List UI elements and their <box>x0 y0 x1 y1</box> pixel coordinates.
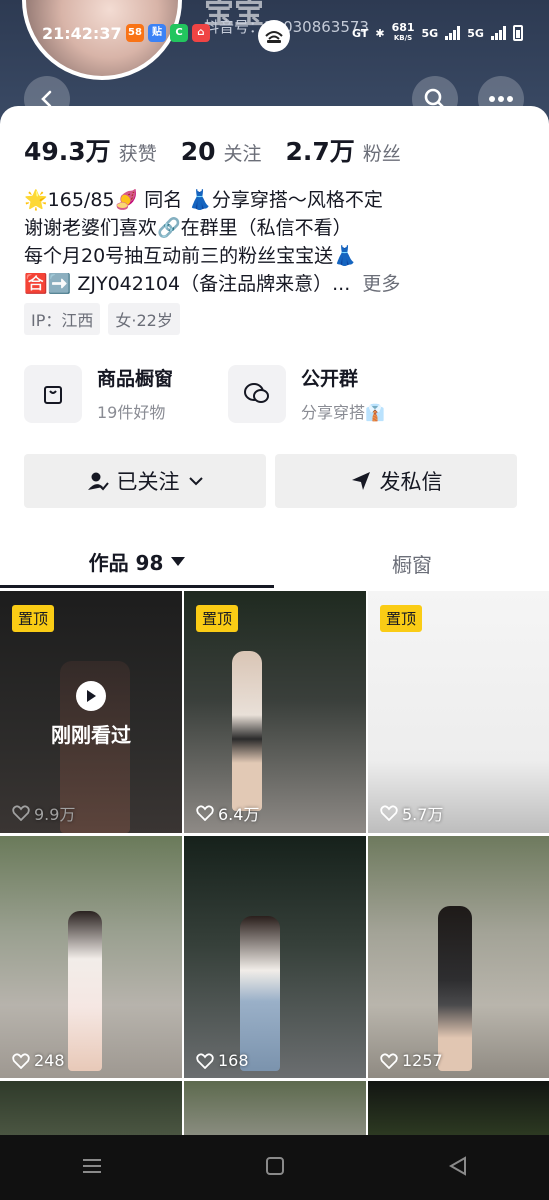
profile-stats: 49.3万 获赞 20 关注 2.7万 粉丝 <box>24 132 425 168</box>
video-thumbnail-figure <box>438 906 472 1071</box>
signal-bars-icon <box>445 26 461 40</box>
video-tile[interactable]: 168 <box>184 836 366 1078</box>
public-group-title: 公开群 <box>301 368 359 390</box>
video-thumbnail-figure <box>232 651 262 811</box>
send-message-button[interactable]: 发私信 <box>275 454 517 508</box>
battery-icon <box>512 25 523 41</box>
menu-nav-button[interactable] <box>81 1157 103 1179</box>
video-likes: 6.4万 <box>196 801 259 825</box>
back-triangle-icon <box>448 1155 466 1176</box>
status-app-icons: 58 贴 C ⌂ <box>126 24 210 42</box>
chevron-down-icon <box>188 477 203 486</box>
shop-window-entry[interactable]: 商品橱窗 19件好物 <box>24 364 173 423</box>
user-check-icon <box>87 472 109 491</box>
tab-showcase-label: 橱窗 <box>392 552 432 577</box>
bluetooth-icon: ✱ <box>375 26 385 40</box>
following-label[interactable]: 关注 <box>224 139 262 166</box>
public-group-entry[interactable]: 公开群 分享穿搭👔 <box>228 364 385 423</box>
app-shop-icon: ⌂ <box>192 24 210 42</box>
followers-label[interactable]: 粉丝 <box>363 139 401 166</box>
shop-window-subtitle: 19件好物 <box>97 403 166 422</box>
video-thumbnail-figure <box>68 911 102 1071</box>
video-tile[interactable] <box>184 1081 366 1136</box>
pinned-badge: 置顶 <box>196 605 239 632</box>
status-time: 21:42:37 <box>42 24 122 43</box>
video-tile[interactable]: 1257 <box>368 836 549 1078</box>
profile-card: 49.3万 获赞 20 关注 2.7万 粉丝 🌟165/85🍠 同名 👗分享穿搭… <box>0 106 549 1200</box>
content-tabs: 作品 98 橱窗 <box>0 538 549 588</box>
video-thumbnail-figure <box>240 916 280 1071</box>
profile-bio: 🌟165/85🍠 同名 👗分享穿搭～风格不定 谢谢老婆们喜欢🔗在群里（私信不看）… <box>24 186 534 298</box>
net-speed: 681 KB/S <box>391 21 415 42</box>
heart-icon <box>380 1052 398 1069</box>
play-icon <box>76 681 106 711</box>
more-dots-icon <box>489 96 513 102</box>
heart-icon <box>12 805 30 821</box>
shopping-bag-icon <box>24 364 82 423</box>
video-tile[interactable] <box>0 1081 182 1136</box>
bio-line-4: 🈴➡️ ZJY042104（备注品牌来意）... 更多 <box>24 273 401 295</box>
recently-watched-label: 刚刚看过 <box>51 723 131 747</box>
bio-line-3: 每个月20号抽互动前三的粉丝宝宝送👗 <box>24 245 357 267</box>
nfc-icon: GT <box>352 26 369 40</box>
bio-more-link[interactable]: 更多 <box>362 273 400 295</box>
signal-bars-icon-2 <box>490 26 506 40</box>
video-tile[interactable]: 置顶 5.7万 <box>368 591 549 833</box>
app-refresh-icon: C <box>170 24 188 42</box>
app-baidu-icon: 贴 <box>148 24 166 42</box>
video-likes: 9.9万 <box>12 801 75 825</box>
bio-line-1: 🌟165/85🍠 同名 👗分享穿搭～风格不定 <box>24 189 383 211</box>
following-button-label: 已关注 <box>116 470 180 494</box>
home-square-icon <box>266 1156 285 1175</box>
heart-icon <box>12 1052 30 1069</box>
video-likes: 1257 <box>380 1051 443 1070</box>
tab-works[interactable]: 作品 98 <box>0 538 274 588</box>
status-bar: 21:42:37 58 贴 C ⌂ GT ✱ 681 KB/S 5G 5G <box>0 20 549 52</box>
video-tile[interactable]: 置顶 6.4万 <box>184 591 366 833</box>
caret-down-icon <box>171 557 186 566</box>
followers-count[interactable]: 2.7万 <box>286 132 355 168</box>
hotspot-icon <box>258 20 290 52</box>
signal-5g-label-1: 5G <box>421 26 439 40</box>
heart-icon <box>380 805 398 821</box>
likes-count: 49.3万 <box>24 137 111 166</box>
signal-5g-label-2: 5G <box>467 26 484 40</box>
video-tile[interactable]: 248 <box>0 836 182 1078</box>
profile-tags: IP：江西 女·22岁 <box>24 303 180 335</box>
system-nav-bar <box>0 1135 549 1200</box>
send-arrow-icon <box>351 472 370 490</box>
pinned-badge: 置顶 <box>12 605 55 632</box>
heart-icon <box>196 1052 214 1069</box>
video-likes: 5.7万 <box>380 801 443 825</box>
ip-location-tag: IP：江西 <box>24 303 101 335</box>
bio-line-2: 谢谢老婆们喜欢🔗在群里（私信不看） <box>24 217 352 239</box>
video-tile[interactable] <box>368 1081 549 1136</box>
pinned-badge: 置顶 <box>380 605 423 632</box>
menu-icon <box>83 1158 102 1173</box>
send-message-label: 发私信 <box>379 470 443 494</box>
back-nav-button[interactable] <box>448 1155 468 1180</box>
following-count[interactable]: 20 <box>181 137 216 166</box>
tab-works-label: 作品 98 <box>88 551 164 575</box>
likes-label: 获赞 <box>118 143 157 165</box>
video-likes: 248 <box>12 1051 65 1070</box>
gender-age-tag: 女·22岁 <box>108 303 180 335</box>
chat-group-icon <box>228 364 286 423</box>
status-indicators: GT ✱ 681 KB/S 5G 5G <box>352 21 523 43</box>
heart-icon <box>196 805 214 821</box>
video-likes: 168 <box>196 1051 249 1070</box>
home-nav-button[interactable] <box>265 1156 285 1180</box>
video-tile[interactable]: 置顶 刚刚看过 9.9万 <box>0 591 182 833</box>
tab-showcase[interactable]: 橱窗 <box>275 538 549 588</box>
following-button[interactable]: 已关注 <box>24 454 266 508</box>
shop-window-title: 商品橱窗 <box>97 368 174 390</box>
public-group-subtitle: 分享穿搭👔 <box>301 403 385 422</box>
app-58-icon: 58 <box>126 24 144 42</box>
